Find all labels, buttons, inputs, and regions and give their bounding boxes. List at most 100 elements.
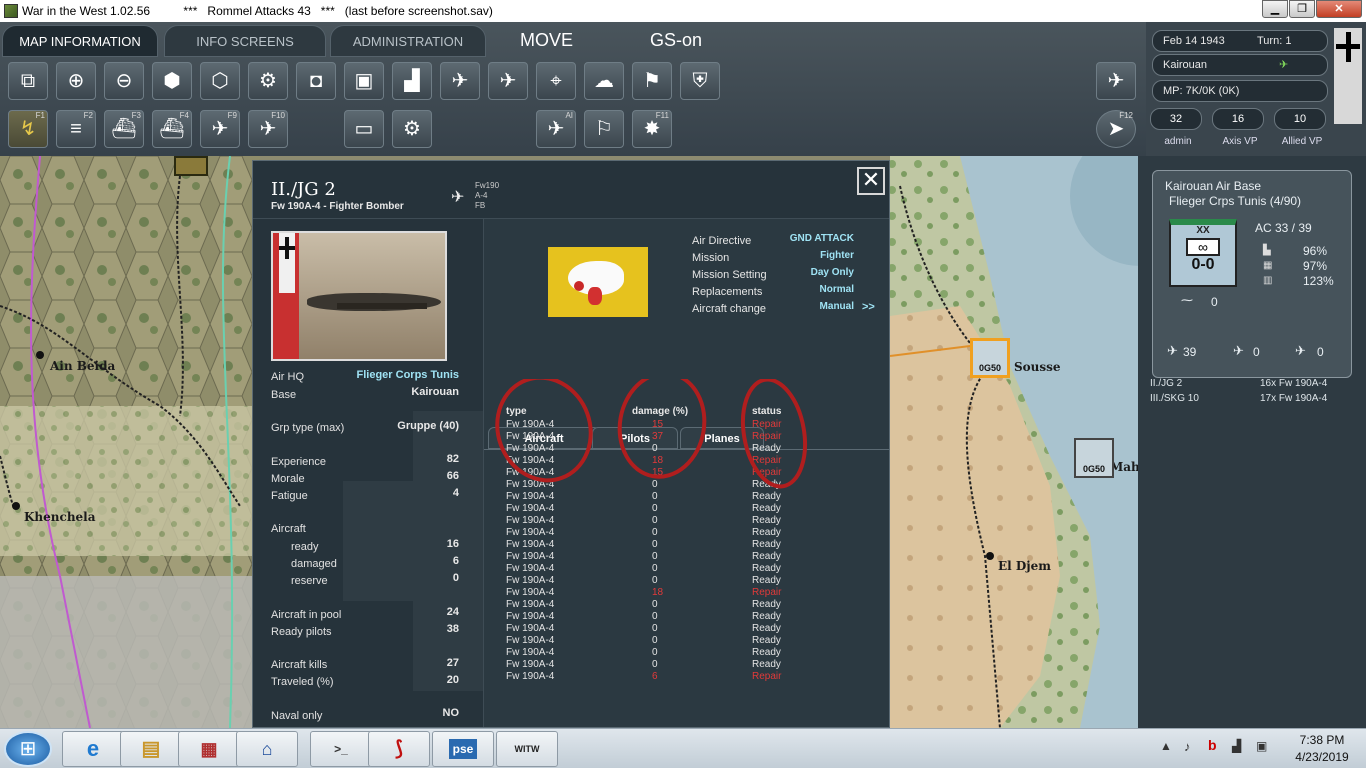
aircraft-status: Ready	[752, 515, 781, 526]
air-hq-value[interactable]: Flieger Corps Tunis	[357, 369, 459, 381]
aircraft-row[interactable]: Fw 190A-4 0 Ready	[506, 623, 886, 635]
pilots-value: 38	[446, 623, 459, 635]
unit-display-icon[interactable]: ◘	[296, 62, 336, 100]
setting-label: Mission Setting	[692, 269, 767, 281]
hex-overlay-icon[interactable]: ⬢	[152, 62, 192, 100]
combat-icon[interactable]: ✸ F11	[632, 110, 672, 148]
app-icon[interactable]: ▦	[178, 731, 240, 767]
tab-administration[interactable]: ADMINISTRATION	[330, 25, 486, 57]
aircraft-damage: 0	[652, 539, 658, 550]
aircraft-row[interactable]: Fw 190A-4 0 Ready	[506, 575, 886, 587]
stack-view-icon[interactable]: ⧉	[8, 62, 48, 100]
aircraft-row[interactable]: Fw 190A-4 15 Repair	[506, 419, 886, 431]
air-directive-value[interactable]: GND ATTACK	[784, 233, 854, 244]
rectangle-select-icon[interactable]: ▭	[344, 110, 384, 148]
aircraft-type: Fw 190A-4	[506, 563, 555, 574]
aircraft-row[interactable]: Fw 190A-4 0 Ready	[506, 647, 886, 659]
aircraft-row[interactable]: Fw 190A-4 0 Ready	[506, 539, 886, 551]
unit-counter-mahdia[interactable]: 0G50	[1074, 438, 1114, 478]
aircraft-row[interactable]: Fw 190A-4 0 Ready	[506, 551, 886, 563]
transport-icon[interactable]: ⛴ F4	[152, 110, 192, 148]
airdrop-icon[interactable]: ✈ F9	[200, 110, 240, 148]
zoom-in-icon[interactable]: ⊕	[56, 62, 96, 100]
air-recon-icon[interactable]: ✈	[440, 62, 480, 100]
aircraft-row[interactable]: Fw 190A-4 18 Repair	[506, 455, 886, 467]
flag-icon[interactable]: ⚑	[632, 62, 672, 100]
command-prompt-icon[interactable]: >_	[310, 731, 372, 767]
unit-counter-sousse[interactable]: 0G50	[970, 338, 1010, 378]
unit-counter-top[interactable]	[174, 156, 208, 176]
minimize-button[interactable]: ▁	[1262, 0, 1288, 18]
aircraft-row[interactable]: Fw 190A-4 0 Ready	[506, 527, 886, 539]
air-mission-icon[interactable]: ✈	[1096, 62, 1136, 100]
speaker-icon[interactable]: ♪	[1184, 739, 1191, 754]
show-hidden-icons[interactable]: ▲	[1160, 739, 1172, 753]
move-mode-label[interactable]: MOVE	[520, 30, 573, 51]
acrobat-icon[interactable]: ⟆	[368, 731, 430, 767]
clock-date[interactable]: 4/23/2019	[1288, 750, 1356, 764]
replacements-value[interactable]: Normal	[784, 284, 854, 295]
weather-icon[interactable]: ☁	[584, 62, 624, 100]
column-header-damage[interactable]: damage (%)	[632, 406, 688, 417]
column-header-type[interactable]: type	[506, 406, 527, 417]
factory-icon[interactable]: ▟	[392, 62, 432, 100]
mission-value[interactable]: Fighter	[784, 250, 854, 261]
file-explorer-icon[interactable]: ▤	[120, 731, 182, 767]
aircraft-row[interactable]: Fw 190A-4 0 Ready	[506, 599, 886, 611]
air-targets-icon[interactable]: ⌖	[536, 62, 576, 100]
unit-move-icon[interactable]: ↯ F1	[8, 110, 48, 148]
aircraft-row[interactable]: Fw 190A-4 0 Ready	[506, 479, 886, 491]
aircraft-row[interactable]: Fw 190A-4 0 Ready	[506, 563, 886, 575]
aircraft-row[interactable]: Fw 190A-4 0 Ready	[506, 659, 886, 671]
aircraft-status: Repair	[752, 419, 782, 430]
witw-button[interactable]: WITW	[496, 731, 558, 767]
hex-zone-icon[interactable]: ⬡	[200, 62, 240, 100]
aircraft-row[interactable]: Fw 190A-4 0 Ready	[506, 635, 886, 647]
pse-button[interactable]: pse	[432, 731, 494, 767]
beats-icon[interactable]: b	[1208, 737, 1217, 753]
end-turn-icon[interactable]: ➤ F12	[1096, 110, 1136, 148]
close-window-button[interactable]: ✕	[1316, 0, 1362, 18]
mission-setting-value[interactable]: Day Only	[784, 267, 854, 278]
aircraft-row[interactable]: Fw 190A-4 18 Repair	[506, 587, 886, 599]
fighter-icon: ✈	[1167, 343, 1178, 358]
air-group-row[interactable]: III./SKG 10	[1150, 393, 1199, 404]
network-icon[interactable]: ▣	[1256, 739, 1267, 753]
signal-icon[interactable]: ▟	[1232, 739, 1241, 753]
aircraft-damage: 37	[652, 431, 664, 442]
maximize-button[interactable]: ❐	[1289, 0, 1315, 18]
aircraft-row[interactable]: Fw 190A-4 0 Ready	[506, 503, 886, 515]
air-transfer-icon[interactable]: ✈ F10	[248, 110, 288, 148]
aircraft-row[interactable]: Fw 190A-4 15 Repair	[506, 467, 886, 479]
more-button[interactable]: >>	[862, 301, 875, 313]
gs-mode-label[interactable]: GS-on	[650, 30, 702, 51]
aircraft-change-value[interactable]: Manual	[784, 301, 854, 312]
start-button[interactable]: ⊞	[4, 731, 52, 767]
air-ai-icon[interactable]: ✈ AI	[536, 110, 576, 148]
hex-gear-icon[interactable]: ⚙	[392, 110, 432, 148]
ai-label: AI	[565, 111, 573, 120]
rail-icon[interactable]: ≡ F2	[56, 110, 96, 148]
aircraft-row[interactable]: Fw 190A-4 0 Ready	[506, 515, 886, 527]
gear-icon[interactable]: ⚙	[248, 62, 288, 100]
naval-icon[interactable]: ⛴ F3	[104, 110, 144, 148]
tab-map-information[interactable]: MAP INFORMATION	[2, 25, 158, 57]
map-info-icon[interactable]: ▣	[344, 62, 384, 100]
tab-info-screens[interactable]: INFO SCREENS	[164, 25, 326, 57]
aircraft-row[interactable]: Fw 190A-4 6 Repair	[506, 671, 886, 683]
hq-unit-counter[interactable]: XX ∞ 0-0	[1169, 219, 1237, 287]
hp-icon[interactable]: ⌂	[236, 731, 298, 767]
air-group-row[interactable]: II./JG 2	[1150, 378, 1182, 389]
troops-icon[interactable]: ⛨	[680, 62, 720, 100]
clock-time[interactable]: 7:38 PM	[1288, 733, 1356, 747]
aircraft-row[interactable]: Fw 190A-4 37 Repair	[506, 431, 886, 443]
zoom-out-icon[interactable]: ⊖	[104, 62, 144, 100]
flag-arrow-icon[interactable]: ⚐	[584, 110, 624, 148]
internet-explorer-icon[interactable]: e	[62, 731, 124, 767]
aircraft-row[interactable]: Fw 190A-4 0 Ready	[506, 491, 886, 503]
aircraft-row[interactable]: Fw 190A-4 0 Ready	[506, 611, 886, 623]
close-dialog-button[interactable]: ✕	[857, 167, 885, 195]
aircraft-row[interactable]: Fw 190A-4 0 Ready	[506, 443, 886, 455]
column-header-status[interactable]: status	[752, 406, 781, 417]
air-strength-icon[interactable]: ✈	[488, 62, 528, 100]
